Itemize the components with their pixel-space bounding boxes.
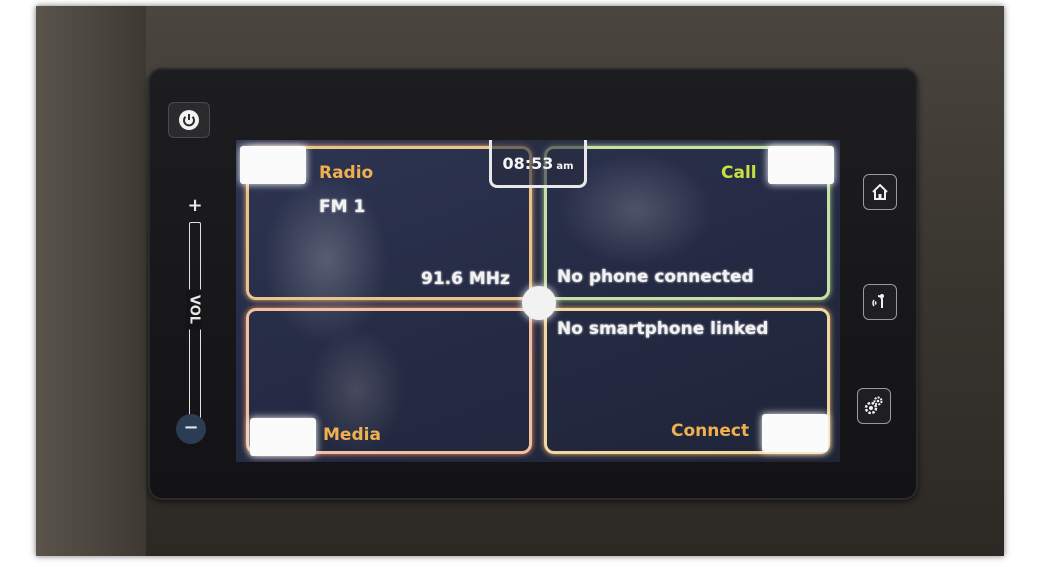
volume-up-button[interactable]: + [187,197,203,215]
radio-title: Radio [319,163,374,183]
center-hub [522,286,556,320]
radio-frequency: 91.6 MHz [421,269,510,289]
voice-call-icon [872,294,884,308]
connect-corner-highlight [762,414,828,452]
settings-gear-icon [864,396,883,415]
media-title: Media [323,425,381,445]
infotainment-screen: Radio FM 1 91.6 MHz Call No phone connec… [236,140,840,462]
volume-label: VOL [186,289,202,330]
media-corner-highlight [250,418,316,456]
clock-time: 08:53 [502,154,554,173]
radio-corner-highlight [240,146,306,184]
clock: 08:53 am [489,140,587,188]
dashboard-left-panel [36,6,146,556]
home-button[interactable] [863,174,897,210]
home-icon [872,183,888,200]
call-corner-highlight [768,146,834,184]
volume-down-button[interactable]: − [176,414,206,444]
connect-title: Connect [671,421,750,441]
call-title: Call [721,163,757,183]
voice-call-button[interactable] [863,284,897,320]
settings-button[interactable] [857,388,891,424]
call-status: No phone connected [557,267,754,287]
connect-status: No smartphone linked [557,319,769,339]
clock-ampm: am [556,161,574,172]
power-icon [179,110,199,130]
power-button[interactable] [168,102,210,138]
radio-band: FM 1 [319,197,366,217]
volume-slider[interactable]: + VOL − [176,197,216,448]
